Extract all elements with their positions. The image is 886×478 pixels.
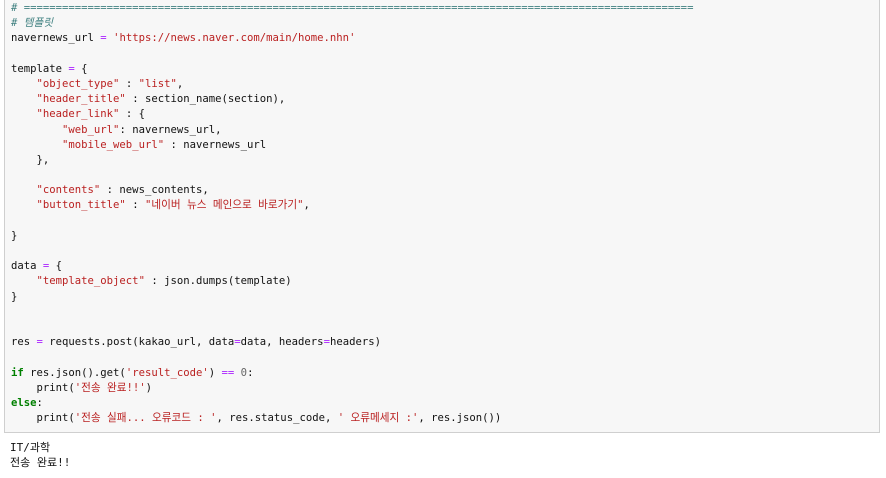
code-token: "header_link" xyxy=(36,108,120,121)
code-token: : xyxy=(36,396,43,409)
code-line: print('전송 실패... 오류코드 : ', res.status_cod… xyxy=(11,411,693,426)
code-line: "template_object" : json.dumps(template) xyxy=(11,274,693,289)
code-line: "button_title" : "네이버 뉴스 메인으로 바로가기", xyxy=(11,198,693,213)
code-token: : { xyxy=(119,108,145,121)
code-token: , res.json()) xyxy=(418,412,502,425)
output-line: 전송 완료!! xyxy=(10,456,71,469)
code-line: print('전송 완료!!') xyxy=(11,381,693,396)
code-token: : navernews_url xyxy=(164,138,267,151)
code-token: ) xyxy=(145,381,153,394)
code-token: : xyxy=(125,199,145,212)
code-line: # ======================================… xyxy=(11,1,693,16)
code-line: template = { xyxy=(11,62,693,77)
code-token: , res.status_code, xyxy=(216,412,338,425)
code-editor[interactable]: # ======================================… xyxy=(11,1,693,426)
code-token: "button_title" xyxy=(36,199,126,212)
code-token: "template_object" xyxy=(36,275,145,288)
code-token: "object_type" xyxy=(36,77,120,90)
code-cell[interactable]: # ======================================… xyxy=(4,0,880,433)
cell-output: IT/과학 전송 완료!! xyxy=(10,440,70,470)
code-token: "mobile_web_url" xyxy=(62,138,165,151)
code-token: == xyxy=(221,366,235,379)
code-line: } xyxy=(11,229,693,244)
code-line: res = requests.post(kakao_url, data=data… xyxy=(11,335,693,350)
code-token: , xyxy=(303,199,310,212)
code-token: '전송 실패... 오류코드 : ' xyxy=(74,412,217,425)
code-token: : json.dumps(template) xyxy=(144,275,292,288)
code-token: print( xyxy=(11,412,75,425)
code-token: : section_name(section), xyxy=(125,93,286,106)
code-token: print( xyxy=(11,381,75,394)
code-token: if xyxy=(11,366,24,379)
code-line: "mobile_web_url" : navernews_url xyxy=(11,138,693,153)
code-token: }, xyxy=(11,153,50,166)
code-token: navernews_url xyxy=(11,32,101,45)
code-token: "header_title" xyxy=(36,93,126,106)
code-line: navernews_url = 'https://news.naver.com/… xyxy=(11,31,693,46)
output-line: IT/과학 xyxy=(10,441,51,454)
code-line: "header_link" : { xyxy=(11,107,693,122)
code-token: res xyxy=(11,336,37,349)
code-line: "object_type" : "list", xyxy=(11,77,693,92)
code-token: ) xyxy=(208,366,222,379)
code-token: res.json().get( xyxy=(23,366,126,379)
code-line: } xyxy=(11,290,693,305)
code-token: "list" xyxy=(138,77,177,90)
code-line: else: xyxy=(11,396,693,411)
code-line: "contents" : news_contents, xyxy=(11,183,693,198)
code-line: "header_title" : section_name(section), xyxy=(11,92,693,107)
code-token: requests.post(kakao_url, data xyxy=(42,336,235,349)
code-token: } xyxy=(11,229,18,242)
code-line: "web_url": navernews_url, xyxy=(11,123,693,138)
code-token: # 템플릿 xyxy=(11,17,53,30)
code-line: data = { xyxy=(11,259,693,274)
code-token: 'https://news.naver.com/main/home.nhn' xyxy=(113,32,356,45)
code-token: { xyxy=(49,260,63,273)
code-token: } xyxy=(11,290,18,303)
code-token: : xyxy=(119,77,139,90)
code-token: : news_contents, xyxy=(100,184,209,197)
code-token: "web_url" xyxy=(62,123,120,136)
code-token: data xyxy=(11,260,43,273)
code-token: else xyxy=(11,396,37,409)
code-token: '전송 완료!!' xyxy=(74,381,146,394)
code-line: if res.json().get('result_code') == 0: xyxy=(11,366,693,381)
code-token: data, headers xyxy=(240,336,324,349)
code-token: ' 오류메세지 :' xyxy=(337,412,419,425)
code-token: # ======================================… xyxy=(11,2,694,14)
code-token: , xyxy=(176,77,184,90)
code-token: headers) xyxy=(329,336,381,349)
code-token: template xyxy=(11,62,69,75)
code-line: }, xyxy=(11,153,693,168)
code-token: 'result_code' xyxy=(125,366,209,379)
code-token: : xyxy=(247,366,254,379)
code-token: { xyxy=(74,62,88,75)
code-token: : navernews_url, xyxy=(119,123,222,136)
code-token: "contents" xyxy=(36,184,101,197)
code-line: # 템플릿 xyxy=(11,16,693,31)
code-token: "네이버 뉴스 메인으로 바로가기" xyxy=(144,199,304,212)
